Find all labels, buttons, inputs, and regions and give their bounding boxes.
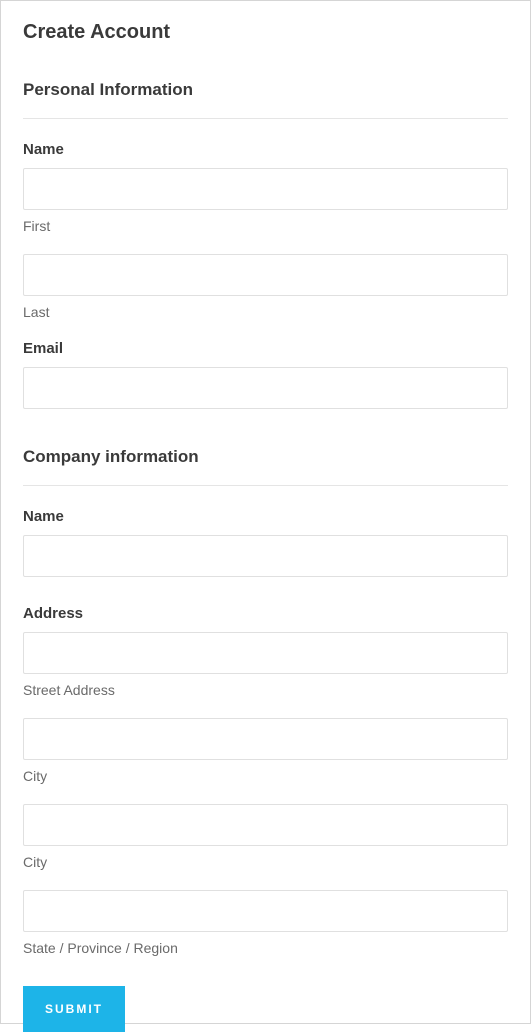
region-sublabel: State / Province / Region [23, 940, 508, 956]
region-input[interactable] [23, 890, 508, 932]
city2-input[interactable] [23, 804, 508, 846]
city1-input[interactable] [23, 718, 508, 760]
email-input[interactable] [23, 367, 508, 409]
street-address-input[interactable] [23, 632, 508, 674]
submit-button[interactable]: SUBMIT [23, 986, 125, 1032]
section-title-company: Company information [23, 447, 508, 467]
form-container: Create Account Personal Information Name… [0, 0, 531, 1024]
first-name-input[interactable] [23, 168, 508, 210]
field-group-email: Email [23, 340, 508, 417]
section-title-personal: Personal Information [23, 80, 508, 100]
page-title: Create Account [23, 21, 508, 44]
company-name-label: Name [23, 508, 508, 525]
first-name-sublabel: First [23, 218, 508, 234]
address-label: Address [23, 605, 508, 622]
field-group-address: Address Street Address City City State /… [23, 605, 508, 956]
last-name-input[interactable] [23, 254, 508, 296]
field-group-company-name: Name [23, 508, 508, 585]
last-name-sublabel: Last [23, 304, 508, 320]
city2-sublabel: City [23, 854, 508, 870]
city1-sublabel: City [23, 768, 508, 784]
divider-company [23, 485, 508, 486]
company-name-input[interactable] [23, 535, 508, 577]
name-label: Name [23, 141, 508, 158]
divider-personal [23, 118, 508, 119]
field-group-name: Name First Last [23, 141, 508, 320]
street-address-sublabel: Street Address [23, 682, 508, 698]
email-label: Email [23, 340, 508, 357]
